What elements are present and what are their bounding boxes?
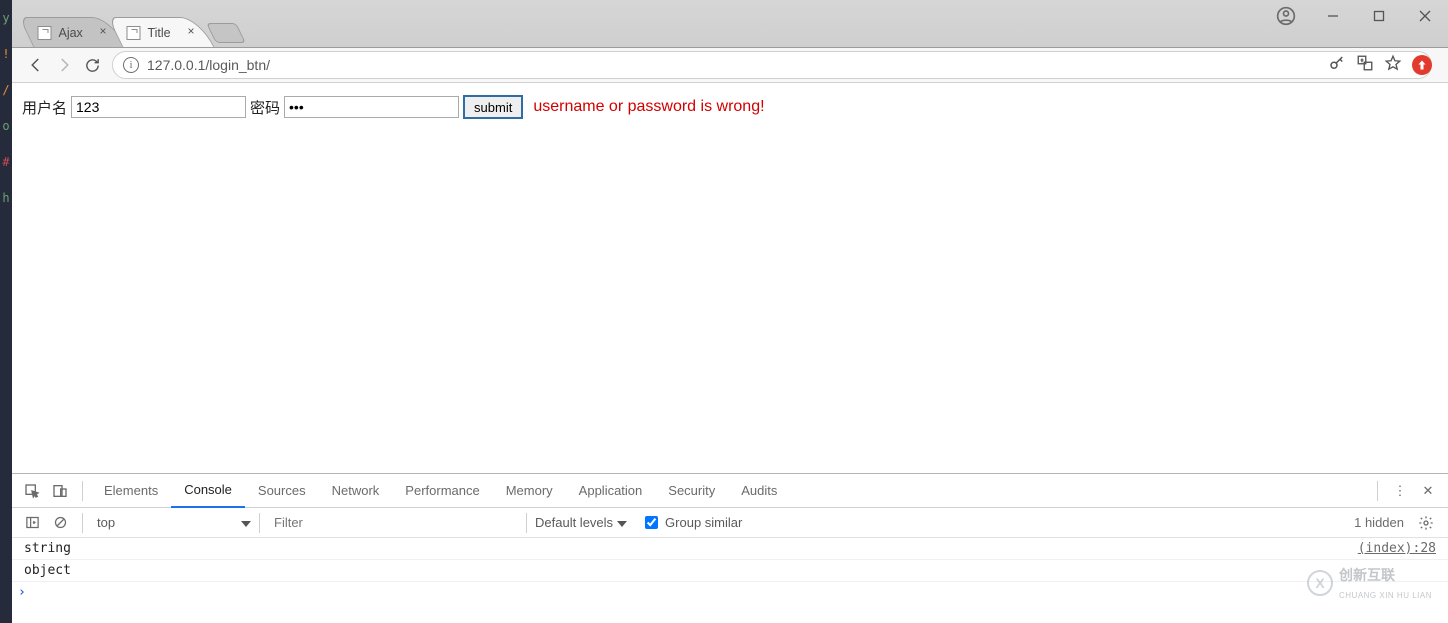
separator xyxy=(1377,481,1378,501)
error-message: username or password is wrong! xyxy=(533,98,764,116)
context-label: top xyxy=(91,515,241,530)
reload-button[interactable] xyxy=(78,51,106,79)
hidden-count[interactable]: 1 hidden xyxy=(1354,515,1404,530)
url-text: 127.0.0.1/login_btn/ xyxy=(147,57,270,73)
log-source-link[interactable]: (index):28 xyxy=(1358,541,1436,556)
username-label: 用户名 xyxy=(22,97,67,118)
username-input[interactable] xyxy=(71,96,246,118)
devtools-panel: Elements Console Sources Network Perform… xyxy=(12,473,1448,623)
back-button[interactable] xyxy=(22,51,50,79)
devtools-tab-elements[interactable]: Elements xyxy=(91,474,171,508)
log-message: string xyxy=(24,541,71,556)
devtools-tab-audits[interactable]: Audits xyxy=(728,474,790,508)
password-input[interactable] xyxy=(284,96,459,118)
group-similar-label: Group similar xyxy=(665,515,742,530)
log-message: object xyxy=(24,563,71,578)
maximize-button[interactable] xyxy=(1356,0,1402,32)
browser-titlebar: Ajax × Title × xyxy=(12,0,1448,48)
tab-label: Title xyxy=(148,26,171,40)
separator xyxy=(82,481,83,501)
devtools-tabbar: Elements Console Sources Network Perform… xyxy=(12,474,1448,508)
login-form: 用户名 密码 submit username or password is wr… xyxy=(22,95,1438,119)
devtools-tab-security[interactable]: Security xyxy=(655,474,728,508)
file-icon xyxy=(127,26,141,40)
group-similar-checkbox[interactable] xyxy=(645,516,658,529)
gear-icon[interactable] xyxy=(1412,509,1440,537)
translate-icon[interactable] xyxy=(1356,54,1374,77)
devtools-tab-application[interactable]: Application xyxy=(566,474,656,508)
chevron-down-icon xyxy=(241,515,251,530)
url-input[interactable]: i 127.0.0.1/login_btn/ xyxy=(112,51,1432,79)
console-log-row[interactable]: object xyxy=(12,560,1448,582)
file-icon xyxy=(37,26,51,40)
console-log-row[interactable]: string (index):28 xyxy=(12,538,1448,560)
new-tab-button[interactable] xyxy=(207,23,247,43)
context-selector[interactable]: top xyxy=(91,515,251,530)
forward-button[interactable] xyxy=(50,51,78,79)
editor-gutter-strip: y! /o#h xyxy=(0,0,12,623)
window-controls xyxy=(1262,0,1448,32)
kebab-menu-icon[interactable]: ⋮ xyxy=(1386,477,1414,505)
devtools-tab-performance[interactable]: Performance xyxy=(392,474,492,508)
devtools-tab-sources[interactable]: Sources xyxy=(245,474,319,508)
console-output: string (index):28 object › xyxy=(12,538,1448,623)
password-label: 密码 xyxy=(250,97,280,118)
console-toolbar: top Default levels Group similar 1 hidde… xyxy=(12,508,1448,538)
key-icon[interactable] xyxy=(1328,54,1346,77)
devtools-tab-network[interactable]: Network xyxy=(319,474,393,508)
close-button[interactable] xyxy=(1402,0,1448,32)
prompt-caret-icon: › xyxy=(18,585,26,600)
account-icon[interactable] xyxy=(1262,0,1310,32)
tab-title[interactable]: Title × xyxy=(108,17,215,47)
tab-ajax[interactable]: Ajax × xyxy=(19,17,127,47)
separator xyxy=(526,513,527,533)
group-similar-toggle[interactable]: Group similar xyxy=(641,513,742,532)
console-prompt[interactable]: › xyxy=(12,582,1448,603)
console-sidebar-toggle-icon[interactable] xyxy=(18,509,46,537)
bookmark-star-icon[interactable] xyxy=(1384,54,1402,77)
address-bar: i 127.0.0.1/login_btn/ xyxy=(12,48,1448,83)
log-levels-selector[interactable]: Default levels xyxy=(535,515,627,530)
chevron-down-icon xyxy=(617,515,627,530)
separator xyxy=(82,513,83,533)
submit-button[interactable]: submit xyxy=(463,95,523,119)
inspect-icon[interactable] xyxy=(18,477,46,505)
close-icon[interactable]: × xyxy=(96,25,110,39)
tab-label: Ajax xyxy=(58,26,82,40)
omnibox-actions xyxy=(1328,54,1432,77)
clear-console-icon[interactable] xyxy=(46,509,74,537)
site-info-icon[interactable]: i xyxy=(123,57,139,73)
devtools-tab-console[interactable]: Console xyxy=(171,474,245,508)
close-icon[interactable]: × xyxy=(184,25,198,39)
levels-label: Default levels xyxy=(535,515,613,530)
page-content: 用户名 密码 submit username or password is wr… xyxy=(12,83,1448,473)
devtools-tab-memory[interactable]: Memory xyxy=(493,474,566,508)
browser-tabs: Ajax × Title × xyxy=(12,0,241,47)
extension-icon[interactable] xyxy=(1412,55,1432,75)
minimize-button[interactable] xyxy=(1310,0,1356,32)
console-filter-input[interactable] xyxy=(268,513,518,533)
devtools-close-icon[interactable]: ✕ xyxy=(1414,477,1442,505)
device-toggle-icon[interactable] xyxy=(46,477,74,505)
separator xyxy=(259,513,260,533)
